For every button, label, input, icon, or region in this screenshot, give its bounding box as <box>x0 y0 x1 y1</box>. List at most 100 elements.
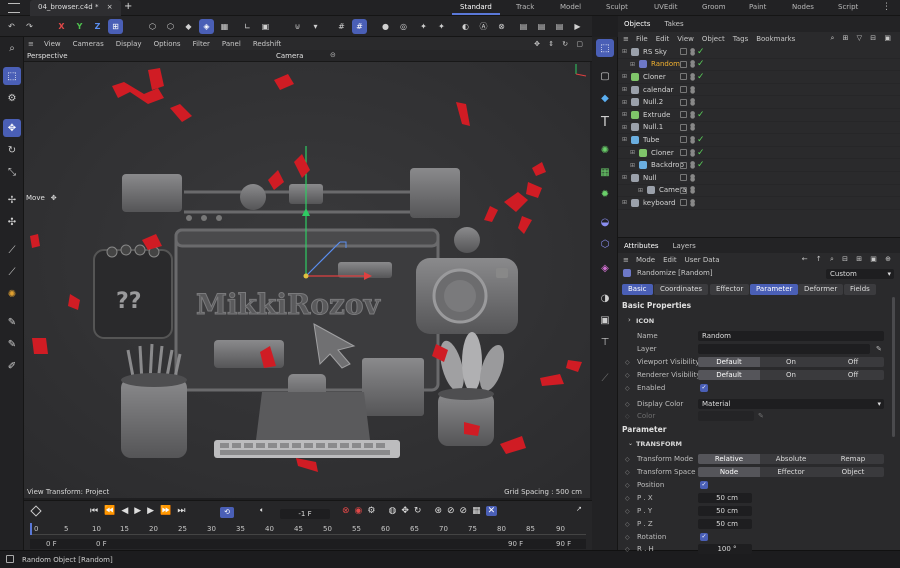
play-icon[interactable]: ▶ <box>134 506 141 516</box>
chevron-right-icon[interactable]: › <box>628 316 631 324</box>
text-spline-icon[interactable]: T <box>596 113 614 131</box>
object-name[interactable]: Backdrop <box>651 161 684 169</box>
object-row[interactable]: ⊞ Backdrop ● ● ✓ <box>618 159 900 172</box>
icon-section-title[interactable]: ICON <box>636 317 654 325</box>
auto-key-icon[interactable]: Ⓐ <box>476 19 491 34</box>
animate-diamond-icon[interactable]: ◇ <box>625 469 630 476</box>
layout-tab-track[interactable]: Track <box>516 3 534 11</box>
range-end-2[interactable]: 90 F <box>556 540 571 548</box>
snap-icon[interactable]: ⊍ <box>290 19 305 34</box>
layer-field[interactable] <box>698 344 870 354</box>
tab-attributes[interactable]: Attributes <box>624 242 659 250</box>
redshift-icon[interactable]: ◐ <box>458 19 473 34</box>
layer-picker-icon[interactable]: ✎ <box>876 345 882 353</box>
expand-icon[interactable]: ⊞ <box>638 187 643 194</box>
tab-layers[interactable]: Layers <box>673 242 696 250</box>
expand-icon[interactable]: ⊞ <box>622 124 627 131</box>
z-axis-lock[interactable]: Z <box>90 19 105 34</box>
viewport-camera[interactable]: Camera <box>276 52 303 60</box>
viewport-nav-icons[interactable]: ✥ ⇕ ↻ ▢ <box>534 40 586 48</box>
layer-checkbox[interactable] <box>680 48 687 56</box>
playhead[interactable] <box>30 523 32 535</box>
object-row[interactable]: ⊞ Null.1 ● ● <box>618 122 900 135</box>
polygons-mode-icon[interactable]: ◆ <box>181 19 196 34</box>
expand-icon[interactable]: ⊞ <box>622 136 627 143</box>
object-row[interactable]: ⊞ Tube ● ● ✓ <box>618 134 900 147</box>
go-to-start-icon[interactable]: ⏮ <box>90 506 98 516</box>
timeline-graph-icon[interactable]: ↗ <box>576 505 582 513</box>
menu-filter[interactable]: Filter <box>193 40 210 48</box>
vv-default[interactable]: Default <box>698 357 760 367</box>
visibility-dots-icon[interactable]: ● ● <box>690 173 695 182</box>
record-icon[interactable]: ⊗ <box>342 506 350 516</box>
object-name[interactable]: Null <box>643 174 657 182</box>
layer-checkbox[interactable] <box>680 136 687 144</box>
clapper-icon[interactable]: ▤ <box>516 19 531 34</box>
layout-more-icon[interactable]: ⋮ <box>882 2 891 12</box>
layer-checkbox[interactable] <box>680 161 687 169</box>
rv-on[interactable]: On <box>760 370 822 380</box>
previous-key-icon[interactable]: ⏪ <box>104 506 115 516</box>
py-input[interactable]: 50 cm <box>698 506 752 516</box>
range-bar[interactable]: 0 F 0 F 90 F 90 F <box>30 539 586 549</box>
points-mode-icon[interactable]: ⬡ <box>145 19 160 34</box>
uv-mode-icon[interactable]: ▦ <box>217 19 232 34</box>
menu-view[interactable]: View <box>677 35 694 43</box>
render-queue-icon[interactable]: ▤ <box>534 19 549 34</box>
transform-mode-segmented[interactable]: Relative Absolute Remap <box>698 454 884 464</box>
object-row[interactable]: ⊞ Null.2 ● ● <box>618 96 900 109</box>
model-mode-icon[interactable]: ◈ <box>199 19 214 34</box>
key-pos-icon[interactable]: ✥ <box>401 506 409 516</box>
undo-icon[interactable]: ↶ <box>4 19 19 34</box>
attributes-scrollbar[interactable] <box>892 297 895 437</box>
selection-filter-icon[interactable]: ⊗ <box>494 19 509 34</box>
animate-diamond-icon[interactable]: ◇ <box>625 521 630 528</box>
object-name[interactable]: Null.1 <box>643 123 663 131</box>
renderer-visibility-segmented[interactable]: Default On Off <box>698 370 884 380</box>
rotate-tool-icon[interactable]: ↻ <box>3 141 21 159</box>
layer-checkbox[interactable] <box>680 199 687 207</box>
layout-tab-paint[interactable]: Paint <box>749 3 766 11</box>
menu-tags[interactable]: Tags <box>733 35 749 43</box>
light-icon[interactable]: ⊤ <box>596 333 614 351</box>
object-row[interactable]: ⊞ Cloner ● ● ✓ <box>618 147 900 160</box>
autokey-icon[interactable]: ◉ <box>355 506 363 516</box>
menu-cameras[interactable]: Cameras <box>73 40 104 48</box>
camera-lock-icon[interactable]: ⊝ <box>330 51 336 59</box>
animate-diamond-icon[interactable]: ◇ <box>625 456 630 463</box>
range-start[interactable]: 0 F <box>46 540 57 548</box>
tm-absolute[interactable]: Absolute <box>760 454 822 464</box>
menu-bookmarks[interactable]: Bookmarks <box>756 35 795 43</box>
px-input[interactable]: 50 cm <box>698 493 752 503</box>
animate-diamond-icon[interactable]: ◇ <box>625 401 630 408</box>
object-name[interactable]: Random <box>651 60 680 68</box>
cube-icon[interactable]: ▢ <box>596 67 614 85</box>
timeline-ruler[interactable]: 0 5 10 15 20 25 30 35 40 45 50 55 60 65 … <box>30 523 586 535</box>
spline-pen-icon[interactable]: ✎ <box>3 335 21 353</box>
align-tool-icon[interactable]: ✣ <box>3 213 21 231</box>
subtab-coordinates[interactable]: Coordinates <box>654 284 709 295</box>
layout-tab-groom[interactable]: Groom <box>702 3 726 11</box>
subtab-deformer[interactable]: Deformer <box>798 284 844 295</box>
object-row[interactable]: ⊞ Cloner ● ● ✓ <box>618 71 900 84</box>
menu-file[interactable]: File <box>636 35 648 43</box>
layout-tab-standard[interactable]: Standard <box>452 3 500 15</box>
vv-on[interactable]: On <box>760 357 822 367</box>
render-to-picture-viewer-icon[interactable]: ✦ <box>434 19 449 34</box>
ipr-icon[interactable]: ▶ <box>570 19 585 34</box>
layer-checkbox[interactable] <box>680 174 687 182</box>
layout-tab-nodes[interactable]: Nodes <box>792 3 814 11</box>
object-list[interactable]: ⊞ RS Sky ● ● ✓ ⊞ Random ● ● ✓ ⊞ Cloner ● ● ✓ ⊞ calendar ●… <box>618 46 900 237</box>
objects-toolbar-icons[interactable]: ⌕ ⊞ ▽ ⊟ ▣ <box>830 34 894 43</box>
rv-default[interactable]: Default <box>698 370 760 380</box>
keyframe-diamond-icon[interactable] <box>30 505 42 517</box>
animate-diamond-icon[interactable]: ◇ <box>625 508 630 515</box>
object-name[interactable]: Cloner <box>651 149 674 157</box>
move-tool-icon[interactable]: ✥ <box>3 119 21 137</box>
attributes-nav-icons[interactable]: ← ↑ ⌕ ⊟ ⊞ ▣ ⊕ <box>802 255 894 264</box>
expand-icon[interactable]: ⊞ <box>622 174 627 181</box>
expand-icon[interactable]: ⊞ <box>622 73 627 80</box>
key-settings-icon[interactable]: ⚙ <box>367 506 375 516</box>
menu-user-data[interactable]: User Data <box>685 256 720 264</box>
transform-tool-icon[interactable]: ✢ <box>3 191 21 209</box>
